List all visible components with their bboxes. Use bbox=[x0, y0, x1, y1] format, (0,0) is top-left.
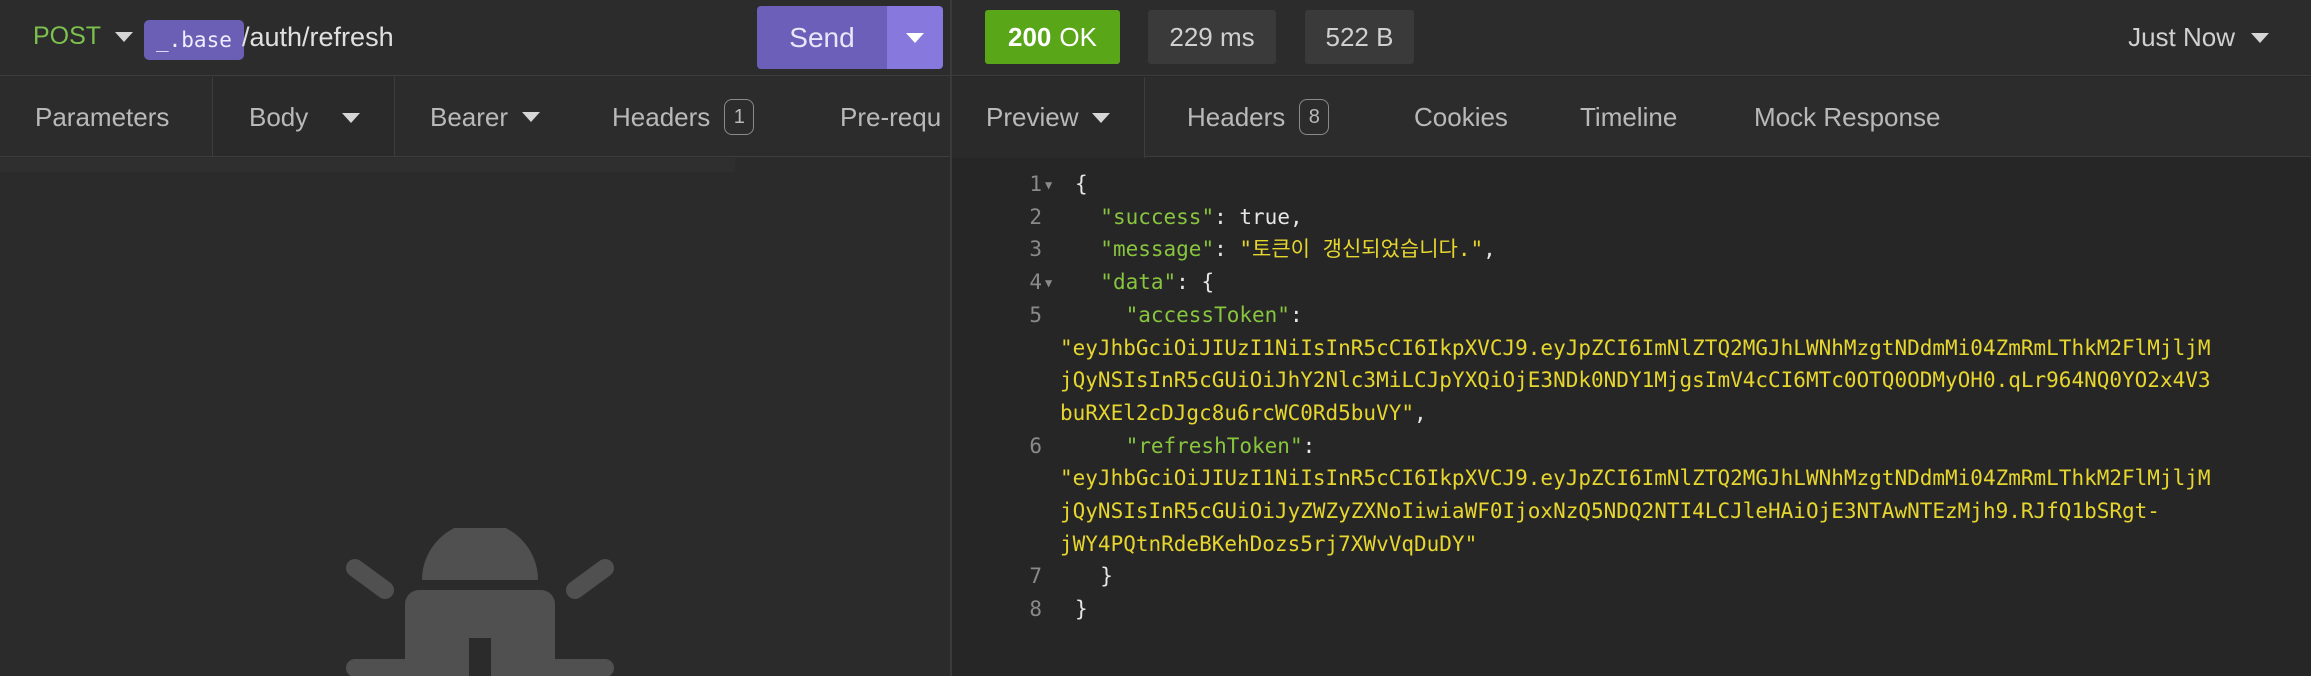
tab-label: Mock Response bbox=[1754, 101, 1941, 132]
json-string-value: buRXEl2cDJgc8u6rcWC0Rd5buVY" bbox=[1060, 400, 1415, 425]
json-line: "eyJhbGciOiJIUzI1NiIsInR5cCI6IkpXVCJ9.ey… bbox=[1060, 462, 2211, 495]
json-brace: } bbox=[1075, 597, 1088, 622]
line-number: 1 bbox=[1029, 172, 1042, 196]
json-brace: } bbox=[1100, 564, 1113, 589]
json-line: jWY4PQtnRdeBKehDozs5rj7XWvVqDuDY" bbox=[1060, 528, 1477, 561]
count-badge: 8 bbox=[1299, 99, 1330, 135]
chevron-down-icon bbox=[522, 112, 541, 122]
send-button[interactable]: Send bbox=[757, 6, 887, 69]
tab-label: Pre-requ bbox=[840, 101, 942, 132]
fold-arrow-icon[interactable]: ▼ bbox=[1045, 169, 1052, 202]
json-string-value: "eyJhbGciOiJIUzI1NiIsInR5cCI6IkpXVCJ9.ey… bbox=[1060, 466, 2211, 491]
line-number: 8 bbox=[1029, 597, 1042, 622]
json-line: } bbox=[1075, 560, 1113, 593]
json-line: "data": { bbox=[1100, 270, 1215, 295]
status-text: OK bbox=[1059, 21, 1097, 52]
app-window: POST _.base /auth/refresh Send Parameter… bbox=[0, 0, 2311, 676]
chevron-down-icon bbox=[2251, 32, 2269, 43]
json-brace: { bbox=[1075, 172, 1088, 196]
response-size-badge: 522 B bbox=[1305, 10, 1414, 64]
tab-parameters[interactable]: Parameters bbox=[35, 77, 170, 156]
send-options-button[interactable] bbox=[887, 6, 943, 69]
tab-cookies[interactable]: Cookies bbox=[1414, 77, 1508, 157]
json-string-value: "토큰이 갱신되었습니다." bbox=[1239, 237, 1484, 262]
chevron-down-icon bbox=[115, 31, 134, 42]
response-time-badge: 229 ms bbox=[1148, 10, 1276, 64]
tab-headers[interactable]: Headers 1 bbox=[612, 77, 755, 156]
json-line: "refreshToken": bbox=[1125, 433, 1316, 458]
tab-label: Preview bbox=[986, 102, 1079, 132]
tab-label: Headers bbox=[1187, 101, 1286, 132]
line-number: 7 bbox=[1029, 564, 1042, 589]
line-number: 4 bbox=[1029, 270, 1042, 295]
history-label: Just Now bbox=[2128, 22, 2235, 52]
response-body-viewer[interactable]: 1 ▼ 2 3 4 ▼ 5 6 7 8 { "success": true, "… bbox=[952, 158, 2311, 676]
chevron-down-icon bbox=[906, 32, 924, 43]
status-code-badge: 200 OK bbox=[985, 10, 1120, 64]
request-pane: POST _.base /auth/refresh Send Parameter… bbox=[0, 0, 950, 676]
line-number: 2 bbox=[1029, 204, 1042, 229]
json-line: { bbox=[1075, 168, 1088, 201]
tab-mock-response[interactable]: Mock Response bbox=[1754, 77, 1940, 157]
count-badge: 1 bbox=[724, 99, 755, 135]
body-toolbar-strip bbox=[0, 158, 735, 172]
json-line: jQyNSIsInR5cGUiOiJhY2Nlc3MiLCJpYXQiOjE3N… bbox=[1060, 364, 2211, 397]
json-string-value: jQyNSIsInR5cGUiOiJhY2Nlc3MiLCJpYXQiOjE3N… bbox=[1060, 368, 2211, 393]
json-line: "success": true, bbox=[1100, 204, 1303, 229]
json-string-value: "eyJhbGciOiJIUzI1NiIsInR5cCI6IkpXVCJ9.ey… bbox=[1060, 335, 2211, 360]
tab-response-headers[interactable]: Headers 8 bbox=[1187, 77, 1330, 157]
environment-variable-tag[interactable]: _.base bbox=[144, 20, 244, 60]
line-number: 6 bbox=[1029, 433, 1042, 458]
tab-timeline[interactable]: Timeline bbox=[1580, 77, 1677, 157]
response-status-bar: 200 OK 229 ms 522 B Just Now bbox=[952, 0, 2311, 76]
fold-arrow-icon[interactable]: ▼ bbox=[1045, 267, 1052, 300]
json-string-value: jWY4PQtnRdeBKehDozs5rj7XWvVqDuDY" bbox=[1060, 531, 1478, 556]
tab-label: Bearer bbox=[430, 101, 509, 132]
method-selector[interactable]: POST bbox=[33, 22, 134, 51]
response-pane: 200 OK 229 ms 522 B Just Now Preview Hea… bbox=[952, 0, 2311, 676]
json-bool-value: true bbox=[1239, 204, 1290, 229]
empty-state-bug-icon bbox=[346, 528, 614, 676]
tab-auth-bearer[interactable]: Bearer bbox=[430, 77, 541, 156]
url-bar: POST _.base /auth/refresh Send bbox=[0, 0, 950, 76]
json-key: "accessToken" bbox=[1125, 302, 1290, 327]
request-tabs: Parameters Body Bearer Headers 1 Pre-req… bbox=[0, 77, 950, 157]
json-string-value: jQyNSIsInR5cGUiOiJyZWZyZXNoIiwiaWF0IjoxN… bbox=[1060, 499, 2160, 523]
json-key: "success" bbox=[1100, 204, 1215, 229]
status-code: 200 bbox=[1008, 21, 1052, 52]
tab-pre-request[interactable]: Pre-requ bbox=[840, 77, 942, 156]
json-line: "eyJhbGciOiJIUzI1NiIsInR5cCI6IkpXVCJ9.ey… bbox=[1060, 332, 2211, 365]
method-label: POST bbox=[33, 22, 102, 50]
json-line: jQyNSIsInR5cGUiOiJyZWZyZXNoIiwiaWF0IjoxN… bbox=[1060, 495, 2160, 528]
line-number: 5 bbox=[1029, 302, 1042, 327]
url-input[interactable]: /auth/refresh bbox=[242, 22, 394, 53]
tab-preview[interactable]: Preview bbox=[952, 77, 1146, 158]
json-line: "message": "토큰이 갱신되었습니다.", bbox=[1100, 237, 1496, 262]
tab-body[interactable]: Body bbox=[212, 77, 395, 156]
line-number: 3 bbox=[1029, 237, 1042, 262]
tab-label: Parameters bbox=[35, 101, 170, 132]
json-key: "data" bbox=[1100, 270, 1177, 295]
json-line: "accessToken": bbox=[1125, 302, 1303, 327]
json-key: "refreshToken" bbox=[1125, 433, 1303, 458]
chevron-down-icon bbox=[342, 112, 361, 123]
response-tabs: Preview Headers 8 Cookies Timeline Mock … bbox=[952, 77, 2311, 158]
tab-label: Cookies bbox=[1414, 101, 1508, 132]
json-line: buRXEl2cDJgc8u6rcWC0Rd5buVY", bbox=[1060, 400, 1427, 425]
json-key: "message" bbox=[1100, 237, 1215, 262]
tab-label: Timeline bbox=[1580, 101, 1678, 132]
tab-label: Headers bbox=[612, 101, 711, 132]
chevron-down-icon bbox=[1092, 112, 1111, 123]
tab-label: Body bbox=[249, 102, 309, 132]
json-line: } bbox=[1075, 593, 1088, 626]
response-history-dropdown[interactable]: Just Now bbox=[2128, 22, 2269, 53]
